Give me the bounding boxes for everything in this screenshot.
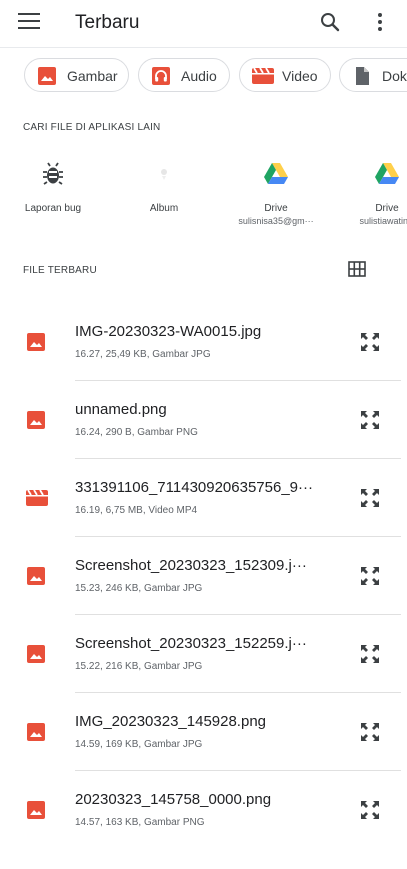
file-meta: 16.19, 6,75 MB, Video MP4: [75, 505, 198, 516]
expand-icon[interactable]: [358, 408, 382, 432]
file-name: unnamed.png: [75, 401, 167, 418]
file-name: Screenshot_20230323_152309.j···: [75, 557, 307, 574]
file-name: Screenshot_20230323_152259.j···: [75, 635, 307, 652]
app-name: Laporan bug: [24, 203, 82, 214]
chip-gambar[interactable]: Gambar: [24, 58, 129, 92]
file-row[interactable]: Screenshot_20230323_152309.j··· 15.23, 24…: [0, 557, 407, 635]
file-meta: 14.59, 169 KB, Gambar JPG: [75, 739, 203, 750]
app-bar: Terbaru: [0, 0, 407, 46]
document-icon: [352, 66, 372, 86]
row-divider: [75, 614, 401, 615]
row-divider: [75, 770, 401, 771]
headphones-icon: [151, 66, 171, 86]
image-icon: [26, 410, 46, 430]
chip-label: Audio: [181, 68, 217, 84]
album-icon: [150, 160, 178, 188]
image-icon: [26, 566, 46, 586]
app-album[interactable]: Album: [114, 160, 214, 214]
row-divider: [75, 692, 401, 693]
chip-video[interactable]: Video: [239, 58, 331, 92]
video-icon: [252, 66, 274, 86]
app-name: Drive: [264, 203, 288, 214]
more-options-icon[interactable]: [372, 10, 388, 34]
bug-icon: [39, 160, 67, 188]
expand-icon[interactable]: [358, 330, 382, 354]
image-icon: [26, 722, 46, 742]
file-meta: 16.27, 25,49 KB, Gambar JPG: [75, 349, 211, 360]
file-name: 20230323_145758_0000.png: [75, 791, 272, 808]
chip-label: Dokumen: [382, 68, 407, 84]
chip-audio[interactable]: Audio: [138, 58, 230, 92]
expand-icon[interactable]: [358, 564, 382, 588]
app-bug-report[interactable]: Laporan bug: [3, 160, 103, 214]
file-row[interactable]: Screenshot_20230323_152259.j··· 15.22, 21…: [0, 635, 407, 713]
grid-view-icon[interactable]: [348, 261, 366, 277]
filter-chips: Gambar Audio Video Dokumen: [0, 58, 407, 94]
file-row[interactable]: 331391106_711430920635756_9··· 16.19, 6,7…: [0, 479, 407, 557]
google-drive-icon: [373, 160, 401, 188]
row-divider: [75, 458, 401, 459]
file-name: IMG_20230323_145928.png: [75, 713, 267, 730]
expand-icon[interactable]: [358, 798, 382, 822]
row-divider: [75, 536, 401, 537]
file-row[interactable]: unnamed.png 16.24, 290 B, Gambar PNG: [0, 401, 407, 479]
menu-icon[interactable]: [18, 13, 40, 33]
app-drive-2[interactable]: Drive sulistiawatinis: [337, 160, 407, 226]
search-icon[interactable]: [318, 10, 342, 34]
app-bar-divider: [0, 47, 407, 48]
file-row[interactable]: IMG-20230323-WA0015.jpg 16.27, 25,49 KB, …: [0, 323, 407, 401]
image-icon: [26, 800, 46, 820]
file-row[interactable]: 20230323_145758_0000.png 14.57, 163 KB, G…: [0, 791, 407, 869]
file-meta: 14.57, 163 KB, Gambar PNG: [75, 817, 205, 828]
image-icon: [37, 66, 57, 86]
video-icon: [26, 488, 48, 508]
file-meta: 15.23, 246 KB, Gambar JPG: [75, 583, 203, 594]
image-icon: [26, 644, 46, 664]
row-divider: [75, 380, 401, 381]
file-row[interactable]: IMG_20230323_145928.png 14.59, 169 KB, Ga…: [0, 713, 407, 791]
app-name: Drive: [375, 203, 399, 214]
file-meta: 16.24, 290 B, Gambar PNG: [75, 427, 198, 438]
section-label-recent-files: FILE TERBARU: [23, 265, 97, 276]
section-label-other-apps: CARI FILE DI APLIKASI LAIN: [23, 122, 161, 133]
chip-dokumen[interactable]: Dokumen: [339, 58, 407, 92]
chip-label: Video: [282, 68, 318, 84]
expand-icon[interactable]: [358, 486, 382, 510]
page-title: Terbaru: [75, 12, 140, 33]
app-account: sulisnisa35@gm···: [238, 216, 314, 226]
file-name: 331391106_711430920635756_9···: [75, 479, 314, 496]
image-icon: [26, 332, 46, 352]
google-drive-icon: [262, 160, 290, 188]
expand-icon[interactable]: [358, 642, 382, 666]
file-meta: 15.22, 216 KB, Gambar JPG: [75, 661, 203, 672]
app-account: sulistiawatinis: [359, 216, 407, 226]
chip-label: Gambar: [67, 68, 118, 84]
expand-icon[interactable]: [358, 720, 382, 744]
file-name: IMG-20230323-WA0015.jpg: [75, 323, 262, 340]
app-name: Album: [149, 203, 179, 214]
app-drive-1[interactable]: Drive sulisnisa35@gm···: [226, 160, 326, 226]
other-apps-row: Laporan bug Album Drive sulisnisa35@gm··…: [0, 160, 407, 240]
